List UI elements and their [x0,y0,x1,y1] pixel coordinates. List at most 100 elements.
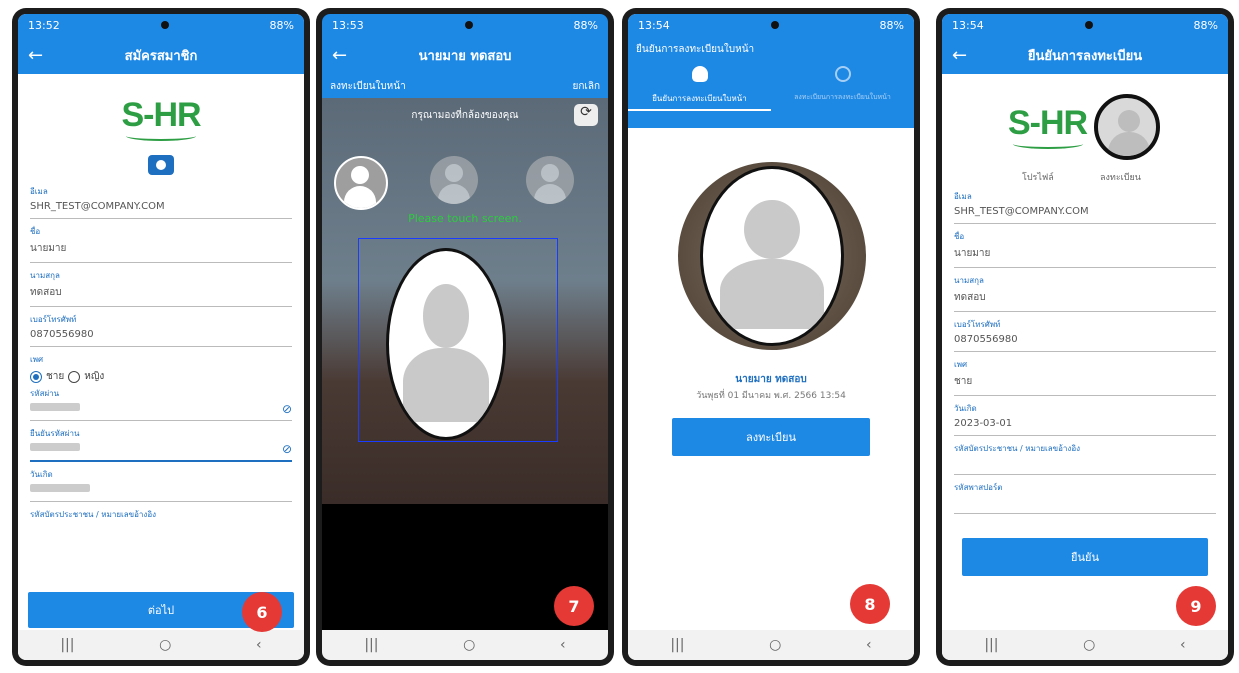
silhouette-head [423,284,469,348]
phone-label: เบอร์โทรศัพท์ [30,315,77,324]
profile-header: S-HR โปรไฟล์ ลงทะเบียน [942,74,1228,186]
last-name-field: นามสกุล ทดสอบ [942,274,1228,312]
password-field[interactable]: รหัสผ่าน ⊘ [18,387,304,421]
back-arrow-icon[interactable]: ← [952,45,976,66]
eye-off-icon[interactable]: ⊘ [282,402,292,416]
phone-registration-confirm: 13:54 88% ← ยืนยันการลงทะเบียน S-HR โปรไ… [936,8,1234,666]
back-arrow-icon[interactable]: ← [332,45,356,66]
captured-photo [678,162,866,350]
page-title: ยืนยันการลงทะเบียนใบหน้า [636,44,755,55]
tab-confirm[interactable]: ยืนยันการลงทะเบียนใบหน้า [628,66,771,111]
back-icon[interactable]: ‹ [256,637,262,653]
status-bar: 13:53 88% [322,14,608,36]
email-value: SHR_TEST@COMPANY.COM [30,198,292,219]
back-arrow-icon[interactable]: ← [28,45,52,66]
confirm-button[interactable]: ยืนยัน [962,538,1208,576]
passport-value [954,494,1216,514]
id-card-label: รหัสบัตรประชาชน / หมายเลขอ้างอิง [30,510,157,519]
camera-notch [160,21,169,29]
back-icon[interactable]: ‹ [1180,637,1186,653]
last-name-value: ทดสอบ [954,287,1216,312]
back-icon[interactable]: ‹ [866,637,872,653]
switch-camera-icon[interactable]: ⟳ [574,104,598,126]
male-label: ชาย [46,371,65,382]
home-icon[interactable]: ○ [1083,637,1095,653]
birthdate-label: วันเกิด [30,470,53,479]
home-icon[interactable]: ○ [463,637,475,653]
pose-avatar-3 [526,156,574,204]
first-name-label: ชื่อ [30,227,41,236]
first-name-field[interactable]: ชื่อ นายมาย [18,225,304,263]
phone-face-confirm: 13:54 88% ยืนยันการลงทะเบียนใบหน้า ยืนยั… [622,8,920,666]
id-card-field: รหัสบัตรประชาชน / หมายเลขอ้างอิง [942,442,1228,475]
male-radio[interactable] [30,370,42,383]
screenshot-collage: 13:52 88% ← สมัครสมาชิก S-HR อีเมล SHR_T… [0,0,1239,673]
shr-logo: S-HR [1008,104,1088,142]
silhouette-body [402,347,490,423]
home-icon[interactable]: ○ [159,637,171,653]
home-icon[interactable]: ○ [769,637,781,653]
recent-apps-icon[interactable]: ||| [670,637,684,653]
email-field[interactable]: อีเมล SHR_TEST@COMPANY.COM [18,185,304,219]
password-label: รหัสผ่าน [30,389,60,398]
step-badge: 6 [242,592,282,632]
status-time: 13:54 [638,18,670,32]
birthdate-field: วันเกิด 2023-03-01 [942,402,1228,436]
status-time: 13:53 [332,18,364,32]
female-radio[interactable] [68,370,81,383]
last-name-label: นามสกุล [30,271,60,280]
app-bar: ← สมัครสมาชิก [18,36,304,74]
pose-avatar-1 [334,156,388,210]
face-confirm-screen: 13:54 88% ยืนยันการลงทะเบียนใบหน้า ยืนยั… [628,14,914,660]
recent-apps-icon[interactable]: ||| [364,637,378,653]
status-bar: 13:54 88% [942,14,1228,36]
phone-value: 0870556980 [30,326,292,347]
page-title: นายมาย ทดสอบ [418,48,512,64]
phone-field[interactable]: เบอร์โทรศัพท์ 0870556980 [18,313,304,347]
silhouette-body [719,259,825,330]
shr-logo: S-HR [121,96,201,134]
first-name-value: นายมาย [954,243,1216,268]
camera-preview[interactable]: กรุณามองที่กล้องของคุณ ⟳ Please touch sc… [322,98,608,504]
gender-options: ชาย หญิง [30,366,292,387]
recent-apps-icon[interactable]: ||| [60,637,74,653]
confirm-password-value: ⊘ [30,440,292,462]
confirm-password-mask [30,443,80,451]
passport-label: รหัสพาสปอร์ต [954,483,1003,492]
register-button[interactable]: ลงทะเบียน [672,418,870,456]
gender-field: เพศ ชาย หญิง [18,353,304,387]
profile-caption: โปรไฟล์ [1022,173,1054,183]
camera-notch [1084,21,1093,29]
camera-notch [464,21,473,29]
silhouette-head [744,200,800,260]
cancel-link[interactable]: ยกเลิก [572,79,600,94]
page-title: สมัครสมาชิก [124,48,198,64]
recent-apps-icon[interactable]: ||| [984,637,998,653]
instruction-text: กรุณามองที่กล้องของคุณ [411,110,519,121]
step-badge: 8 [850,584,890,624]
step-badge: 7 [554,586,594,626]
tab-register[interactable]: ลงทะเบียนการลงทะเบียนใบหน้า [771,66,914,103]
face-oval-mask [700,166,844,346]
camera-icon[interactable] [148,155,174,175]
eye-off-icon[interactable]: ⊘ [282,442,292,456]
gender-field: เพศ ชาย [942,358,1228,396]
back-icon[interactable]: ‹ [560,637,566,653]
email-label: อีเมล [954,192,972,201]
password-mask [30,403,80,411]
last-name-value: ทดสอบ [30,282,292,307]
status-time: 13:52 [28,18,60,32]
battery-text: 88% [573,18,598,32]
birthdate-field[interactable]: วันเกิด [18,468,304,502]
phone-signup: 13:52 88% ← สมัครสมาชิก S-HR อีเมล SHR_T… [12,8,310,666]
app-header: ยืนยันการลงทะเบียนใบหน้า ยืนยันการลงทะเบ… [628,36,914,128]
last-name-field[interactable]: นามสกุล ทดสอบ [18,269,304,307]
id-card-field[interactable]: รหัสบัตรประชาชน / หมายเลขอ้างอิง [18,508,304,521]
email-value: SHR_TEST@COMPANY.COM [954,203,1216,224]
battery-text: 88% [1193,18,1218,32]
face-capture-screen: 13:53 88% ← นายมาย ทดสอบ ลงทะเบียนใบหน้า… [322,14,608,660]
camera-notch [770,21,779,29]
user-name: นายมาย ทดสอบ [735,374,807,385]
gender-value: ชาย [954,371,1216,396]
confirm-password-field[interactable]: ยืนยันรหัสผ่าน ⊘ [18,427,304,462]
